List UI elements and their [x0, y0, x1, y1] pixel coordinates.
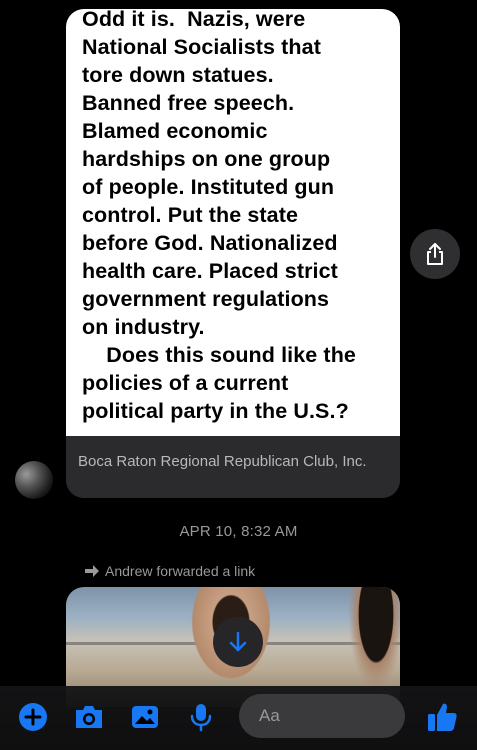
gallery-button[interactable] [128, 700, 162, 734]
link-preview-footer[interactable]: Boca Raton Regional Republican Club, Inc… [66, 436, 400, 498]
image-icon [132, 706, 158, 728]
thumbs-up-icon [428, 703, 457, 731]
forwarded-label: Andrew forwarded a link [105, 563, 256, 579]
forward-arrow-icon [85, 565, 99, 577]
shared-image[interactable]: Odd it is. Nazis, were National Socialis… [66, 9, 400, 436]
camera-icon [76, 706, 102, 728]
share-button[interactable] [410, 229, 460, 279]
sender-avatar[interactable] [15, 461, 53, 499]
like-button[interactable] [425, 700, 459, 734]
message-input-placeholder: Aa [259, 706, 280, 725]
message-input[interactable]: Aa [239, 694, 405, 738]
message-timestamp: APR 10, 8:32 AM [179, 523, 298, 540]
shared-link-card[interactable]: Odd it is. Nazis, were National Socialis… [66, 9, 400, 498]
arrow-down-icon [229, 631, 247, 652]
link-title: Boca Raton Regional Republican Club, Inc… [78, 453, 367, 470]
thumbnail-person [346, 587, 400, 697]
microphone-button[interactable] [184, 700, 218, 734]
shared-image-text: Odd it is. Nazis, were National Socialis… [82, 9, 356, 423]
camera-button[interactable] [72, 700, 106, 734]
microphone-icon [190, 704, 212, 732]
plus-icon [19, 703, 47, 731]
forwarded-note: Andrew forwarded a link [84, 563, 255, 579]
share-icon [427, 243, 443, 265]
scroll-to-bottom-button[interactable] [213, 617, 263, 667]
add-button[interactable] [16, 700, 50, 734]
